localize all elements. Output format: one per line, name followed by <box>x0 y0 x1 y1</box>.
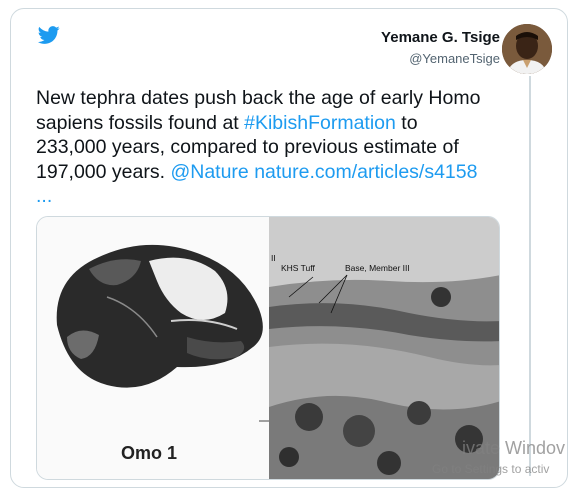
tweet-text-segment: 197,000 years. <box>36 160 171 183</box>
activate-windows-hint: Go to Settings to activ <box>432 462 550 476</box>
khs-tuff-label: KHS Tuff <box>281 263 315 273</box>
author-handle[interactable]: @YemaneTsige <box>409 51 500 66</box>
hashtag-link[interactable]: #KibishFormation <box>244 112 396 134</box>
skull-caption: Omo 1 <box>121 443 178 463</box>
skull-photo: Omo 1 <box>37 217 269 479</box>
base-member-label: Base, Member III <box>345 263 410 273</box>
tweet-text-segment: sapiens fossils found at <box>36 111 245 134</box>
avatar[interactable] <box>502 24 552 74</box>
article-link[interactable]: nature.com/articles/s4158 <box>254 161 477 183</box>
twitter-bird-icon[interactable] <box>36 24 62 46</box>
article-link-ellipsis[interactable]: ... <box>36 185 52 207</box>
tweet-text: New tephra dates push back the age of ea… <box>36 86 506 209</box>
media-attachment[interactable]: Omo 1 II KHS Tuff Base, Member III <box>36 216 500 480</box>
mention-link[interactable]: @Nature <box>170 161 248 183</box>
scrollbar[interactable] <box>529 76 531 476</box>
skull-fossil-image <box>56 244 269 422</box>
tweet-text-line: 233,000 years, compared to previous esti… <box>36 136 459 158</box>
tweet-text-segment: to <box>395 111 418 134</box>
author-name[interactable]: Yemane G. Tsige <box>381 29 500 46</box>
activate-windows-watermark: ivate Windov <box>462 438 566 458</box>
tweet-text-line: New tephra dates push back the age of ea… <box>36 87 481 109</box>
member-label: II <box>271 253 276 263</box>
